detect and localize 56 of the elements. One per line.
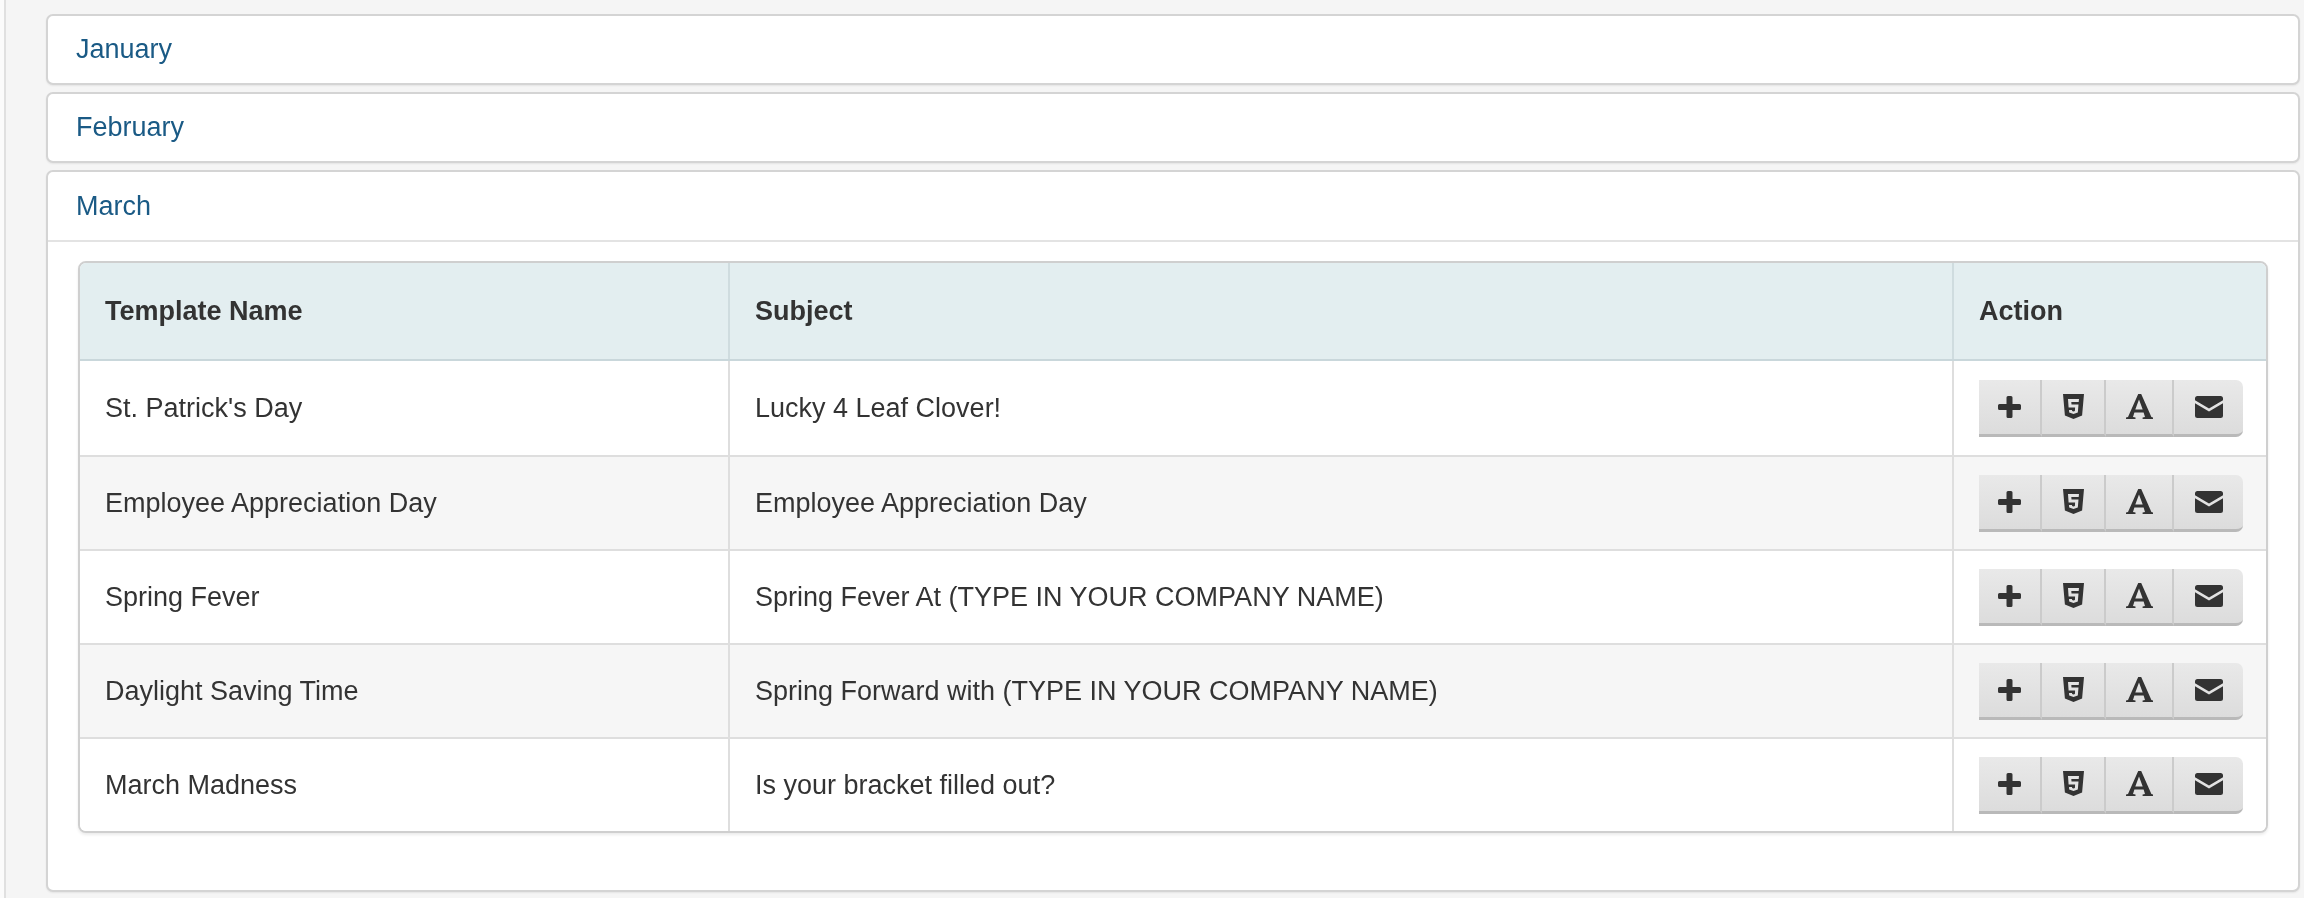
font-button[interactable] — [2106, 379, 2174, 437]
table-cell: Employee Appreciation Day — [755, 487, 1087, 519]
shield-icon — [2062, 583, 2084, 608]
font-button[interactable] — [2106, 568, 2174, 626]
table-cell: Spring Fever At (TYPE IN YOUR COMPANY NAME) — [755, 581, 1384, 613]
column-header: Action — [1979, 295, 2063, 327]
add-button[interactable] — [1979, 568, 2042, 626]
plus-icon — [1998, 490, 2021, 513]
envelope-icon — [2194, 772, 2223, 795]
table-cell: Daylight Saving Time — [105, 675, 359, 707]
html-button[interactable] — [2042, 756, 2106, 814]
table-cell: Lucky 4 Leaf Clover! — [755, 392, 1002, 424]
add-button[interactable] — [1979, 474, 2042, 532]
font-icon — [2125, 677, 2153, 702]
font-button[interactable] — [2106, 756, 2174, 814]
font-icon — [2125, 771, 2153, 796]
column-header: Subject — [755, 295, 853, 327]
table-cell: Spring Forward with (TYPE IN YOUR COMPANY NAME) — [755, 675, 1438, 707]
plus-icon — [1998, 584, 2021, 607]
html-button[interactable] — [2042, 568, 2106, 626]
table-cell: St. Patrick's Day — [105, 392, 303, 424]
envelope-icon — [2194, 584, 2223, 607]
html-button[interactable] — [2042, 474, 2106, 532]
html-button[interactable] — [2042, 379, 2106, 437]
email-button[interactable] — [2174, 379, 2243, 437]
month-title-link[interactable]: February — [76, 112, 185, 143]
table-cell: March Madness — [105, 769, 298, 801]
font-icon — [2125, 583, 2153, 608]
add-button[interactable] — [1979, 756, 2042, 814]
shield-icon — [2062, 489, 2084, 514]
font-icon — [2125, 489, 2153, 514]
email-button[interactable] — [2174, 662, 2243, 720]
envelope-icon — [2194, 678, 2223, 701]
font-button[interactable] — [2106, 662, 2174, 720]
column-header: Template Name — [105, 295, 303, 327]
add-button[interactable] — [1979, 379, 2042, 437]
shield-icon — [2062, 394, 2084, 419]
email-button[interactable] — [2174, 474, 2243, 532]
envelope-icon — [2194, 395, 2223, 418]
email-button[interactable] — [2174, 568, 2243, 626]
month-title-link[interactable]: March — [76, 190, 151, 222]
font-button[interactable] — [2106, 474, 2174, 532]
shield-icon — [2062, 677, 2084, 702]
plus-icon — [1998, 395, 2021, 418]
shield-icon — [2062, 771, 2084, 796]
plus-icon — [1998, 678, 2021, 701]
plus-icon — [1998, 772, 2021, 795]
month-title-link[interactable]: January — [76, 34, 173, 65]
table-cell: Spring Fever — [105, 581, 260, 613]
envelope-icon — [2194, 490, 2223, 513]
table-cell: Employee Appreciation Day — [105, 487, 437, 519]
font-icon — [2125, 394, 2153, 419]
html-button[interactable] — [2042, 662, 2106, 720]
email-button[interactable] — [2174, 756, 2243, 814]
table-cell: Is your bracket filled out? — [755, 769, 1056, 801]
add-button[interactable] — [1979, 662, 2042, 720]
